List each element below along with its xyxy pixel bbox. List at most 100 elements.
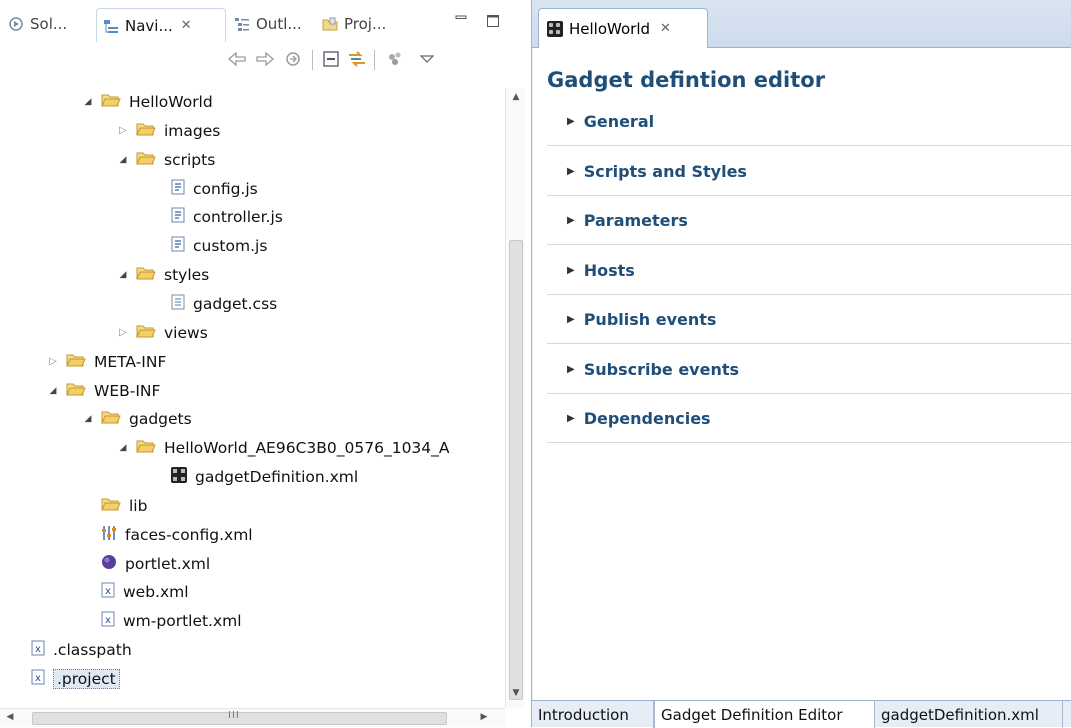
section-general[interactable]: ▶ General (547, 98, 1071, 146)
tree-item-label: gadgetDefinition.xml (195, 468, 359, 487)
tree-item[interactable]: ◢ HelloWorld_AE96C3B0_0576_1034_A (116, 434, 450, 462)
tree-item[interactable]: x web.xml (81, 578, 189, 606)
vertical-scrollbar[interactable]: ▲ ▼ (505, 88, 525, 708)
tree-item[interactable]: gadget.css (151, 290, 277, 318)
section-title: Scripts and Styles (583, 161, 747, 181)
tree-item[interactable]: faces-config.xml (81, 521, 253, 549)
view-menu-icon[interactable] (416, 48, 438, 70)
expand-arrow-icon[interactable]: ▶ (567, 215, 575, 226)
section-header[interactable]: ▶ Scripts and Styles (567, 162, 747, 181)
section-header[interactable]: ▶ Subscribe events (567, 360, 739, 379)
expanded-arrow-icon[interactable]: ◢ (81, 414, 95, 424)
tree-item[interactable]: gadgetDefinition.xml (151, 463, 358, 491)
xml-file-icon: x (31, 640, 45, 660)
faces-config-icon (101, 525, 117, 545)
tree-item[interactable]: custom.js (151, 232, 267, 260)
tree-item[interactable]: config.js (151, 175, 258, 203)
section-dependencies[interactable]: ▶ Dependencies (547, 395, 1071, 443)
expanded-arrow-icon[interactable]: ◢ (116, 155, 130, 165)
tree-item[interactable]: x .project (11, 665, 120, 693)
javascript-file-icon (171, 179, 185, 199)
section-subscribe-events[interactable]: ▶ Subscribe events (547, 346, 1071, 394)
expand-arrow-icon[interactable]: ▶ (567, 166, 575, 177)
filters-icon[interactable] (384, 48, 406, 70)
tree-item[interactable]: x .classpath (11, 636, 132, 664)
section-header[interactable]: ▶ Dependencies (567, 409, 711, 428)
close-icon[interactable]: ✕ (181, 18, 192, 33)
forward-arrow-icon[interactable] (254, 48, 276, 70)
scroll-right-icon[interactable]: ▶ (478, 712, 490, 722)
expand-arrow-icon[interactable]: ▶ (567, 364, 575, 375)
tree-item[interactable]: ◢ HelloWorld (81, 88, 213, 116)
scroll-thumb[interactable] (509, 240, 523, 700)
tab-project[interactable]: Proj... (316, 10, 392, 38)
navigator-tree: ◢ HelloWorld ▷ images ◢ scripts config.js contr… (0, 88, 505, 708)
tree-item[interactable]: x wm-portlet.xml (81, 607, 242, 635)
tab-introduction[interactable]: Introduction (532, 701, 654, 728)
scroll-grip: III (228, 710, 240, 721)
scroll-down-icon[interactable]: ▼ (506, 688, 526, 698)
folder-icon (136, 265, 156, 285)
navigator-icon (103, 18, 119, 34)
tab-navigator[interactable]: Navi... ✕ (96, 8, 226, 42)
tree-item-label: gadgets (129, 410, 192, 429)
tree-item-label: HelloWorld (129, 93, 213, 111)
maximize-button[interactable] (484, 14, 502, 30)
expand-arrow-icon[interactable]: ▶ (567, 413, 575, 424)
expand-arrow-icon[interactable]: ▶ (567, 265, 575, 276)
tree-item[interactable]: ▷ views (116, 319, 208, 347)
section-scripts-and-styles[interactable]: ▶ Scripts and Styles (547, 148, 1071, 196)
project-icon (322, 16, 338, 32)
back-arrow-icon[interactable] (226, 48, 248, 70)
svg-text:x: x (105, 586, 111, 597)
tree-item[interactable]: ◢ WEB-INF (46, 377, 161, 405)
minimize-button[interactable] (452, 14, 470, 30)
tab-solution[interactable]: Sol... (2, 10, 73, 38)
close-icon[interactable]: ✕ (660, 21, 671, 36)
tree-item[interactable]: ◢ scripts (116, 146, 216, 174)
tree-item[interactable]: portlet.xml (81, 550, 210, 578)
tree-item[interactable]: ◢ gadgets (81, 405, 192, 433)
section-header[interactable]: ▶ General (567, 112, 654, 131)
tree-item-label: META-INF (94, 352, 167, 371)
tree-item[interactable]: ▷ META-INF (46, 348, 166, 376)
tree-item[interactable]: ▷ images (116, 117, 220, 145)
section-header[interactable]: ▶ Publish events (567, 310, 716, 329)
section-header[interactable]: ▶ Hosts (567, 261, 635, 280)
tree-item[interactable]: lib (81, 492, 147, 520)
section-hosts[interactable]: ▶ Hosts (547, 247, 1071, 295)
scroll-up-icon[interactable]: ▲ (506, 92, 526, 102)
home-icon[interactable] (282, 48, 304, 70)
scroll-left-icon[interactable]: ◀ (4, 712, 16, 722)
tree-item[interactable]: controller.js (151, 203, 283, 231)
tab-gadgetdefinition-xml[interactable]: gadgetDefinition.xml (875, 701, 1063, 728)
tab-label: Outl... (256, 15, 302, 33)
tab-outline[interactable]: Outl... (228, 10, 308, 38)
expanded-arrow-icon[interactable]: ◢ (46, 386, 60, 396)
section-header[interactable]: ▶ Parameters (567, 211, 688, 230)
navigator-toolbar (220, 48, 520, 78)
section-title: Publish events (583, 310, 717, 329)
expand-arrow-icon[interactable]: ▶ (567, 314, 575, 325)
javascript-file-icon (171, 207, 185, 227)
tab-gadget-definition-editor[interactable]: Gadget Definition Editor (654, 701, 875, 728)
link-with-editor-icon[interactable] (346, 48, 368, 70)
folder-icon (101, 92, 121, 112)
section-parameters[interactable]: ▶ Parameters (547, 197, 1071, 245)
svg-text:x: x (35, 673, 41, 684)
section-publish-events[interactable]: ▶ Publish events (547, 296, 1071, 344)
tree-item[interactable]: ◢ styles (116, 261, 210, 289)
expanded-arrow-icon[interactable]: ◢ (81, 97, 95, 107)
expanded-arrow-icon[interactable]: ◢ (116, 443, 130, 453)
expand-arrow-icon[interactable]: ▶ (567, 116, 575, 127)
scroll-thumb[interactable]: III (32, 710, 447, 725)
horizontal-scrollbar[interactable]: ◀ III ▶ (0, 708, 505, 727)
collapsed-arrow-icon[interactable]: ▷ (46, 356, 60, 367)
editor-panel: HelloWorld ✕ Gadget defintion editor ▶ Ge… (531, 0, 1071, 728)
folder-icon (136, 150, 156, 170)
collapsed-arrow-icon[interactable]: ▷ (116, 125, 130, 136)
editor-tab-helloworld[interactable]: HelloWorld ✕ (538, 8, 708, 48)
expanded-arrow-icon[interactable]: ◢ (116, 270, 130, 280)
collapse-all-icon[interactable] (320, 48, 342, 70)
collapsed-arrow-icon[interactable]: ▷ (116, 327, 130, 338)
